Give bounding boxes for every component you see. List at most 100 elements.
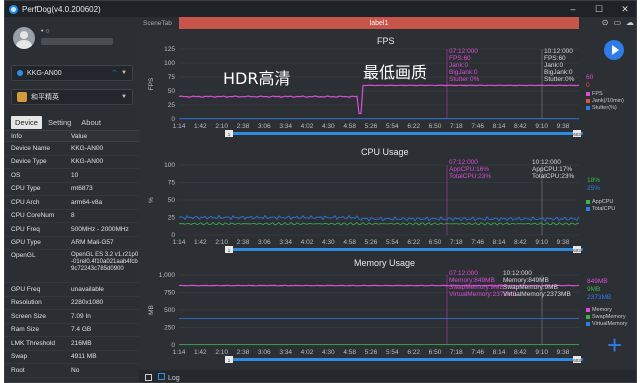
legend-swatch (586, 91, 590, 96)
info-key: Resolution (11, 299, 42, 307)
legend-item[interactable]: Memory (586, 307, 627, 314)
x-tick-label: 9:38 (557, 349, 570, 356)
expand-icon[interactable] (145, 373, 152, 381)
x-tick-label: 6:22 (407, 123, 420, 130)
table-row: GPU Type ARM Mali-G57 (5, 237, 139, 250)
x-tick-label: 9:10 (535, 349, 548, 356)
info-key: OS (11, 171, 21, 179)
ann-line: Memory:849MB (503, 277, 549, 284)
table-row: CPU Freq 500MHz - 2000MHz (5, 223, 139, 237)
legend-item[interactable]: TotalCPU (586, 206, 615, 213)
info-key: Device Name (11, 144, 51, 152)
y-tick-label: 500 (164, 307, 175, 314)
info-value: unavailable (71, 285, 104, 293)
device-select[interactable]: KKG-AN00 ⌔ ▼ (11, 65, 133, 81)
y-tick-label: 1,000 (159, 272, 176, 279)
close-button[interactable]: ✕ (612, 1, 636, 17)
x-tick-label: 1:14 (173, 123, 186, 130)
tab-device[interactable]: Device (11, 116, 42, 129)
info-value: 4911 MB (71, 353, 97, 361)
legend-item[interactable]: SwapMemory (586, 314, 627, 321)
x-tick-label: 4:58 (343, 123, 356, 130)
ann-line: VirtualMemory:2373MB (503, 291, 571, 298)
x-tick-label: 5:26 (365, 349, 378, 356)
ann-line: FPS:60 (544, 55, 566, 62)
x-tick-label: 5:54 (386, 123, 399, 130)
tab-setting[interactable]: Setting (44, 116, 75, 129)
cpu-current-values: 18% 25% (587, 177, 600, 193)
log-label: Log (168, 374, 180, 382)
table-row: Device Type KKG-AN00 (5, 156, 139, 169)
legend-label: Memory (592, 307, 612, 313)
x-tick-label: 2:10 (215, 123, 228, 130)
info-value: No (71, 366, 80, 374)
y-tick-label: 0 (171, 232, 175, 239)
title-bar: PerfDog(v4.0.200602) – ☐ ✕ (5, 1, 636, 17)
info-value: 500MHz - 2000MHz (71, 225, 129, 233)
device-status-icon (17, 70, 23, 76)
legend-label: TotalCPU (592, 206, 616, 212)
info-value: 7.4 GB (71, 326, 92, 334)
main-panel: SceneTab label1 ⊙ ▭ ☁ 125 100 75 50 25 0 FPS 1:… (139, 17, 636, 382)
tab-about[interactable]: About (77, 116, 105, 129)
x-tick-label: 3:34 (279, 349, 292, 356)
y-tick-label: 25 (168, 215, 176, 222)
info-key: OpenGL (11, 252, 36, 259)
legend-item[interactable]: Jank(/10min) (586, 98, 624, 105)
legend-item[interactable]: FPS (586, 91, 624, 98)
x-tick-label: 4:58 (343, 349, 356, 356)
play-button[interactable] (604, 40, 624, 60)
maximize-button[interactable]: ☐ (586, 1, 612, 17)
log-toggle[interactable]: Log (158, 372, 180, 382)
wifi-icon[interactable]: ⌔ (111, 69, 118, 78)
virtual-memory-value: 2373MB (587, 294, 612, 301)
game-app-icon (17, 92, 27, 102)
y-tick-label: 100 (164, 60, 175, 67)
app-cpu-value: 18% (587, 177, 601, 184)
ann-line: AppCPU:17% (532, 166, 573, 173)
app-select[interactable]: 和平精英 ▼ (11, 89, 133, 105)
x-tick-label: 9:10 (535, 239, 548, 246)
x-tick-label: 5:26 (365, 123, 378, 130)
total-cpu-series (178, 214, 580, 222)
memory-current-values: 849MB 9MB 2373MB (587, 278, 611, 302)
legend-item[interactable]: AppCPU (586, 199, 615, 206)
x-tick-label: 6:22 (407, 239, 420, 246)
info-key: CPU Arch (11, 198, 40, 206)
x-tick-label: 1:14 (173, 349, 186, 356)
timeline-scrollbar (227, 132, 583, 135)
x-tick-label: 9:38 (557, 239, 570, 246)
minimize-button[interactable]: – (560, 1, 586, 17)
fps-legend: FPS Jank(/10min) Stutter(%) (586, 91, 624, 112)
legend-item[interactable]: VirtualMemory (586, 321, 627, 328)
y-tick-label: 125 (164, 46, 175, 53)
y-tick-label: 250 (164, 325, 175, 332)
jank-value: 0 (586, 82, 590, 89)
table-row: LMK Threshold 216MB (5, 337, 139, 351)
x-tick-label: 7:18 (450, 123, 463, 130)
chevron-down-icon: ▼ (121, 70, 127, 76)
memory-legend: Memory SwapMemory VirtualMemory (586, 307, 627, 328)
x-tick-label: 8:14 (493, 349, 506, 356)
avatar[interactable] (13, 27, 35, 49)
x-tick-label: 2:38 (237, 239, 250, 246)
ann-line: Jank:0 (544, 62, 564, 69)
legend-swatch (586, 98, 590, 103)
x-tick-label: 9:10 (535, 123, 548, 130)
table-row: Ram Size 7.4 GB (5, 324, 139, 337)
legend-item[interactable]: Stutter(%) (586, 105, 624, 112)
ann-line: BigJank:0 (449, 69, 478, 76)
swap-memory-value: 9MB (587, 286, 601, 293)
cpu-chart-title: CPU Usage (361, 147, 409, 157)
timeline-scrollbar (227, 358, 583, 361)
info-value: OpenGL ES 3.2 v1.r21p0-01rel0.4f10a021aa… (71, 252, 139, 272)
table-header: Info Value (5, 130, 139, 142)
log-checkbox[interactable] (158, 372, 165, 380)
x-tick-label: 3:06 (258, 349, 271, 356)
info-value: mt6873 (71, 185, 93, 193)
x-tick-label: 4:30 (322, 123, 335, 130)
info-value: ARM Mali-G57 (71, 239, 114, 247)
add-chart-button[interactable]: + (607, 332, 622, 358)
scroll-end-label: 603 (573, 358, 581, 363)
legend-swatch (586, 206, 590, 211)
